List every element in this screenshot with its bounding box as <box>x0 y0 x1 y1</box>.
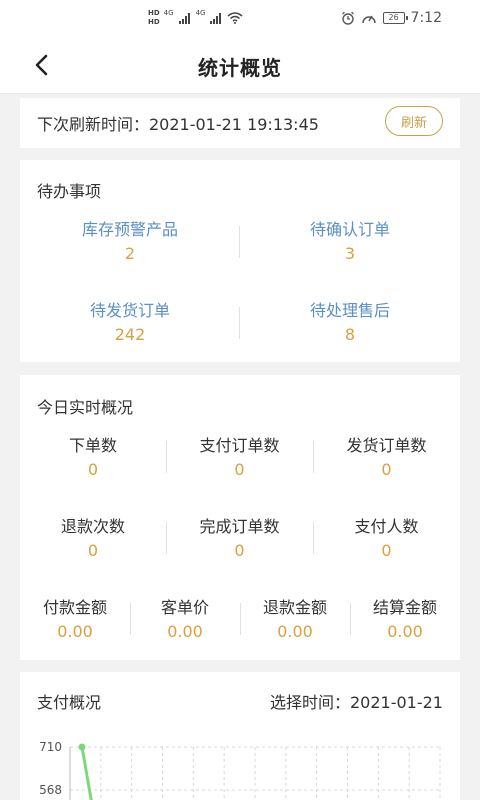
status-right: 26 7:12 <box>341 8 442 28</box>
todo-item-pending-aftersale[interactable]: 待处理售后 8 <box>240 301 460 345</box>
wifi-icon <box>227 12 243 24</box>
todo-item-stock-warning[interactable]: 库存预警产品 2 <box>20 220 240 264</box>
y-tick-label: 710 <box>39 740 62 754</box>
todo-item-pending-confirm[interactable]: 待确认订单 3 <box>240 220 460 264</box>
hd-bottom-label: HD <box>148 18 160 26</box>
status-left: HD HD 4G 4G <box>148 6 243 30</box>
metric-value: 0 <box>234 460 245 479</box>
metric-value: 0 <box>234 541 245 560</box>
metric-label: 支付订单数 <box>199 436 280 455</box>
metric-value: 0.00 <box>387 622 423 641</box>
metric-shipped-orders: 发货订单数 0 <box>313 436 460 480</box>
page-title: 统计概览 <box>198 56 282 80</box>
todo-item-value: 2 <box>124 244 136 263</box>
header-bar: 统计概览 <box>0 36 480 94</box>
data-point <box>78 743 86 751</box>
status-time: 7:12 <box>410 10 442 26</box>
hd-icon: HD HD <box>148 9 160 27</box>
signal-icon <box>210 13 222 24</box>
sim1-network-label: 4G <box>163 9 174 17</box>
refresh-button[interactable]: 刷新 <box>385 106 443 136</box>
today-title: 今日实时概况 <box>37 398 134 417</box>
metric-settlement-amount: 结算金额 0.00 <box>350 598 460 642</box>
metric-label: 客单价 <box>160 598 209 617</box>
metric-value: 0.00 <box>167 622 203 641</box>
refresh-card: 下次刷新时间：2021-01-21 19:13:45 刷新 <box>20 98 460 148</box>
signal-icon <box>178 13 190 24</box>
metric-label: 结算金额 <box>372 598 437 617</box>
metric-completed-orders: 完成订单数 0 <box>166 517 313 561</box>
metric-avg-order-price: 客单价 0.00 <box>130 598 240 642</box>
todo-item-label: 待处理售后 <box>309 301 390 320</box>
y-tick-label: 568 <box>39 783 62 797</box>
todo-item-value: 8 <box>344 325 356 344</box>
payment-title: 支付概况 <box>37 693 102 712</box>
metric-value: 0 <box>87 541 99 560</box>
alarm-icon <box>341 11 354 25</box>
metric-label: 付款金额 <box>42 598 107 617</box>
metric-label: 发货订单数 <box>346 436 427 455</box>
select-time[interactable]: 选择时间：2021-01-21 <box>270 689 443 713</box>
todo-card: 待办事项 库存预警产品 2 待确认订单 3 待发货订单 242 待处理售后 8 <box>20 160 460 362</box>
speed-icon <box>361 15 376 24</box>
divider <box>239 307 240 339</box>
todo-item-value: 242 <box>114 325 146 344</box>
metric-label: 退款金额 <box>262 598 327 617</box>
metric-value: 0.00 <box>277 622 313 641</box>
todo-title: 待办事项 <box>37 182 102 201</box>
payment-overview-card: 支付概况 选择时间：2021-01-21 710 568 <box>20 672 460 800</box>
metric-refund-count: 退款次数 0 <box>20 517 166 561</box>
metric-order-count: 下单数 0 <box>20 436 166 480</box>
metric-label: 下单数 <box>68 436 117 455</box>
sim2-network-label: 4G <box>195 9 206 17</box>
todo-item-label: 待确认订单 <box>309 220 390 239</box>
series-line <box>80 746 93 800</box>
metric-refund-amount: 退款金额 0.00 <box>240 598 350 642</box>
metric-value: 0 <box>381 541 392 560</box>
metric-value: 0 <box>381 460 392 479</box>
metric-label: 完成订单数 <box>199 517 280 536</box>
todo-item-label: 待发货订单 <box>89 301 170 320</box>
payment-line-chart: 710 568 <box>39 740 441 800</box>
today-overview-card: 今日实时概况 下单数 0 支付订单数 0 发货订单数 0 退款次数 0 完成订单… <box>20 375 460 660</box>
metric-value: 0 <box>87 460 99 479</box>
metric-payment-amount: 付款金额 0.00 <box>20 598 130 642</box>
todo-item-value: 3 <box>344 244 356 263</box>
todo-item-pending-ship[interactable]: 待发货订单 242 <box>20 301 240 345</box>
metric-paid-orders: 支付订单数 0 <box>166 436 313 480</box>
todo-item-label: 库存预警产品 <box>81 220 178 239</box>
metric-value: 0.00 <box>57 622 93 641</box>
battery-icon: 26 <box>382 12 408 24</box>
metric-paying-users: 支付人数 0 <box>313 517 460 561</box>
next-refresh-time: 下次刷新时间：2021-01-21 19:13:45 <box>37 115 319 134</box>
status-bar: HD HD 4G 4G 26 7:12 <box>0 0 480 36</box>
metric-label: 支付人数 <box>354 517 419 536</box>
divider <box>239 226 240 258</box>
metric-label: 退款次数 <box>60 517 125 536</box>
hd-top-label: HD <box>148 9 160 17</box>
